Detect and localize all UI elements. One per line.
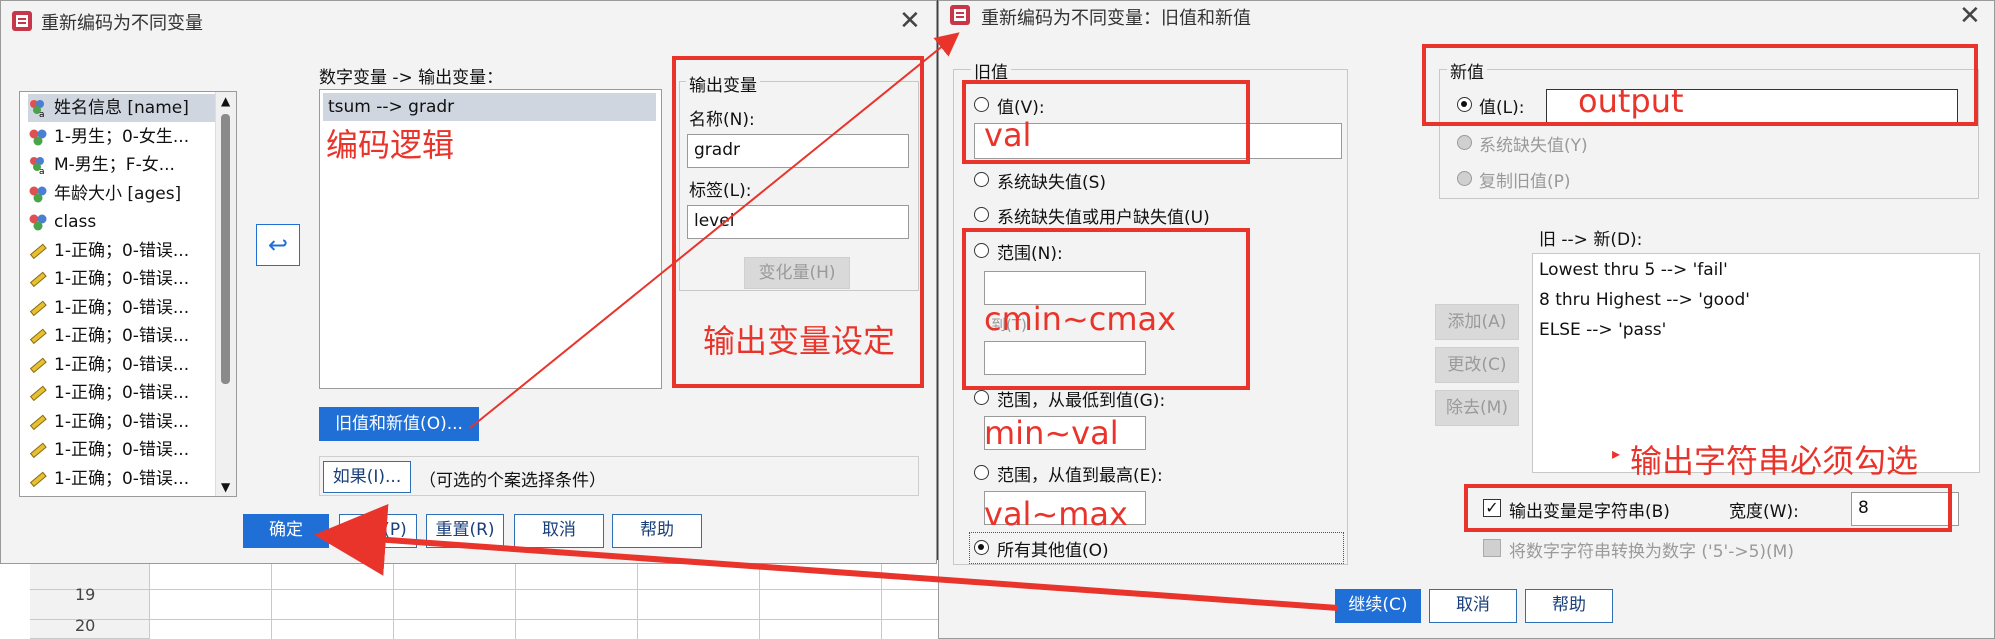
arrow-to-old-new-dialog xyxy=(469,32,960,429)
arrow-to-ok-button xyxy=(314,503,1339,611)
annotation-arrows xyxy=(314,32,1339,611)
